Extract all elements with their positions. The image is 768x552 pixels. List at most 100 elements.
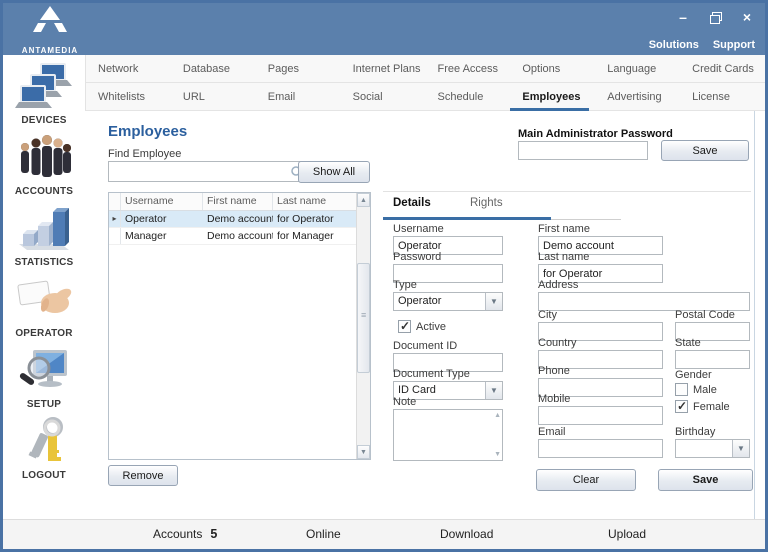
phone-label: Phone: [538, 365, 570, 377]
tab-rights[interactable]: Rights: [470, 197, 503, 209]
antamedia-logo-icon: [33, 6, 67, 32]
tab-email[interactable]: Email: [256, 83, 341, 110]
active-label: Active: [416, 321, 446, 333]
scroll-down-icon: ▼: [494, 451, 501, 458]
details-tabbar: Details Rights: [383, 191, 751, 220]
admin-password-input[interactable]: [518, 141, 648, 160]
active-checkbox[interactable]: [398, 319, 411, 333]
username-label: Username: [393, 223, 444, 235]
state-field[interactable]: [675, 350, 750, 369]
tab-underline: [551, 219, 621, 220]
sidebar-item-label: SETUP: [26, 399, 62, 410]
chevron-down-icon[interactable]: ▼: [732, 440, 749, 457]
sidebar-item-setup[interactable]: SETUP: [3, 345, 85, 410]
sidebar-item-operator[interactable]: OPERATOR: [3, 274, 85, 339]
application-window: ANTAMEDIA – × Solutions Support DEVICES: [0, 0, 768, 552]
accounts-icon: [15, 132, 73, 184]
minimize-icon[interactable]: –: [675, 9, 691, 25]
list-scrollbar[interactable]: ▲ ▼: [356, 193, 370, 459]
tab-social[interactable]: Social: [341, 83, 426, 110]
brand-text: ANTAMEDIA: [21, 46, 79, 55]
row-selector-header: [109, 193, 121, 210]
remove-button[interactable]: Remove: [108, 465, 178, 486]
operator-icon: [15, 274, 73, 326]
scroll-thumb[interactable]: [357, 263, 370, 373]
find-employee-input[interactable]: [109, 162, 287, 181]
close-icon[interactable]: ×: [739, 9, 755, 25]
find-employee-search: [108, 161, 308, 182]
show-all-button[interactable]: Show All: [298, 161, 370, 183]
male-label: Male: [693, 384, 717, 396]
accounts-label: Accounts: [153, 527, 203, 541]
restore-icon[interactable]: [707, 9, 723, 25]
tab-employees[interactable]: Employees: [510, 83, 595, 111]
restore-glyph: [710, 12, 722, 24]
chevron-down-icon[interactable]: ▼: [485, 382, 502, 399]
tab-network[interactable]: Network: [86, 55, 171, 82]
tabrow-1: Network Database Pages Internet Plans Fr…: [86, 55, 765, 83]
admin-save-button[interactable]: Save: [661, 140, 749, 161]
table-row[interactable]: Manager Demo account for Manager: [109, 228, 370, 245]
tab-options[interactable]: Options: [510, 55, 595, 82]
female-checkbox[interactable]: [675, 399, 688, 413]
solutions-link[interactable]: Solutions: [649, 39, 699, 51]
tab-schedule[interactable]: Schedule: [426, 83, 511, 110]
tab-database[interactable]: Database: [171, 55, 256, 82]
scroll-up-icon: ▲: [494, 412, 501, 419]
save-button[interactable]: Save: [658, 469, 753, 491]
tab-advertising[interactable]: Advertising: [595, 83, 680, 110]
accounts-count: 5: [210, 527, 218, 541]
antamedia-logo: ANTAMEDIA: [15, 6, 85, 55]
panel-divider: [754, 111, 755, 519]
statusbar: Accounts 5 Online Download Upload: [3, 519, 765, 549]
sidebar: DEVICES ACCOUNTS STATISTICS OPERATOR SET…: [3, 55, 85, 519]
cell-username: Operator: [125, 213, 167, 225]
document-id-label: Document ID: [393, 340, 458, 352]
column-header-username[interactable]: Username: [121, 193, 203, 210]
cell-last-name: for Operator: [277, 213, 334, 225]
document-type-label: Document Type: [393, 368, 470, 380]
note-label: Note: [393, 396, 417, 408]
tab-details[interactable]: Details: [393, 197, 431, 209]
email-field[interactable]: [538, 439, 663, 458]
male-checkbox[interactable]: [675, 383, 688, 396]
find-employee-label: Find Employee: [108, 148, 182, 160]
sidebar-item-statistics[interactable]: STATISTICS: [3, 203, 85, 268]
mobile-label: Mobile: [538, 393, 571, 405]
type-label: Type: [393, 279, 417, 291]
sidebar-item-devices[interactable]: DEVICES: [3, 61, 85, 126]
cell-last-name: for Manager: [277, 230, 334, 242]
document-type-select-value: ID Card: [398, 384, 436, 396]
sidebar-item-label: OPERATOR: [15, 328, 73, 339]
cell-username: Manager: [125, 230, 167, 242]
tab-license[interactable]: License: [680, 83, 765, 110]
state-label: State: [675, 337, 701, 349]
email-label: Email: [538, 426, 566, 438]
type-select[interactable]: Operator ▼: [393, 292, 503, 311]
scroll-down-icon[interactable]: ▼: [357, 445, 370, 459]
table-row[interactable]: ▸ Operator Demo account for Operator: [109, 211, 370, 228]
sidebar-item-logout[interactable]: LOGOUT: [3, 416, 85, 481]
scroll-up-icon[interactable]: ▲: [357, 193, 370, 207]
clear-button[interactable]: Clear: [536, 469, 636, 491]
support-link[interactable]: Support: [713, 39, 755, 51]
tab-whitelists[interactable]: Whitelists: [86, 83, 171, 110]
sidebar-item-accounts[interactable]: ACCOUNTS: [3, 132, 85, 197]
column-header-first-name[interactable]: First name: [203, 193, 273, 210]
note-textarea[interactable]: ▲ ▼: [393, 409, 503, 461]
setup-icon: [15, 345, 73, 397]
tab-url[interactable]: URL: [171, 83, 256, 110]
last-name-label: Last name: [538, 251, 590, 263]
tab-pages[interactable]: Pages: [256, 55, 341, 82]
type-select-value: Operator: [398, 295, 442, 307]
employee-list-header: Username First name Last name: [109, 193, 370, 211]
tab-language[interactable]: Language: [595, 55, 680, 82]
tab-credit-cards[interactable]: Credit Cards: [680, 55, 765, 82]
birthday-select[interactable]: ▼: [675, 439, 750, 458]
tab-internet-plans[interactable]: Internet Plans: [341, 55, 426, 82]
mobile-field[interactable]: [538, 406, 663, 425]
column-header-last-name[interactable]: Last name: [273, 193, 347, 210]
chevron-down-icon[interactable]: ▼: [485, 293, 502, 310]
female-label: Female: [693, 401, 730, 413]
tab-free-access[interactable]: Free Access: [426, 55, 511, 82]
